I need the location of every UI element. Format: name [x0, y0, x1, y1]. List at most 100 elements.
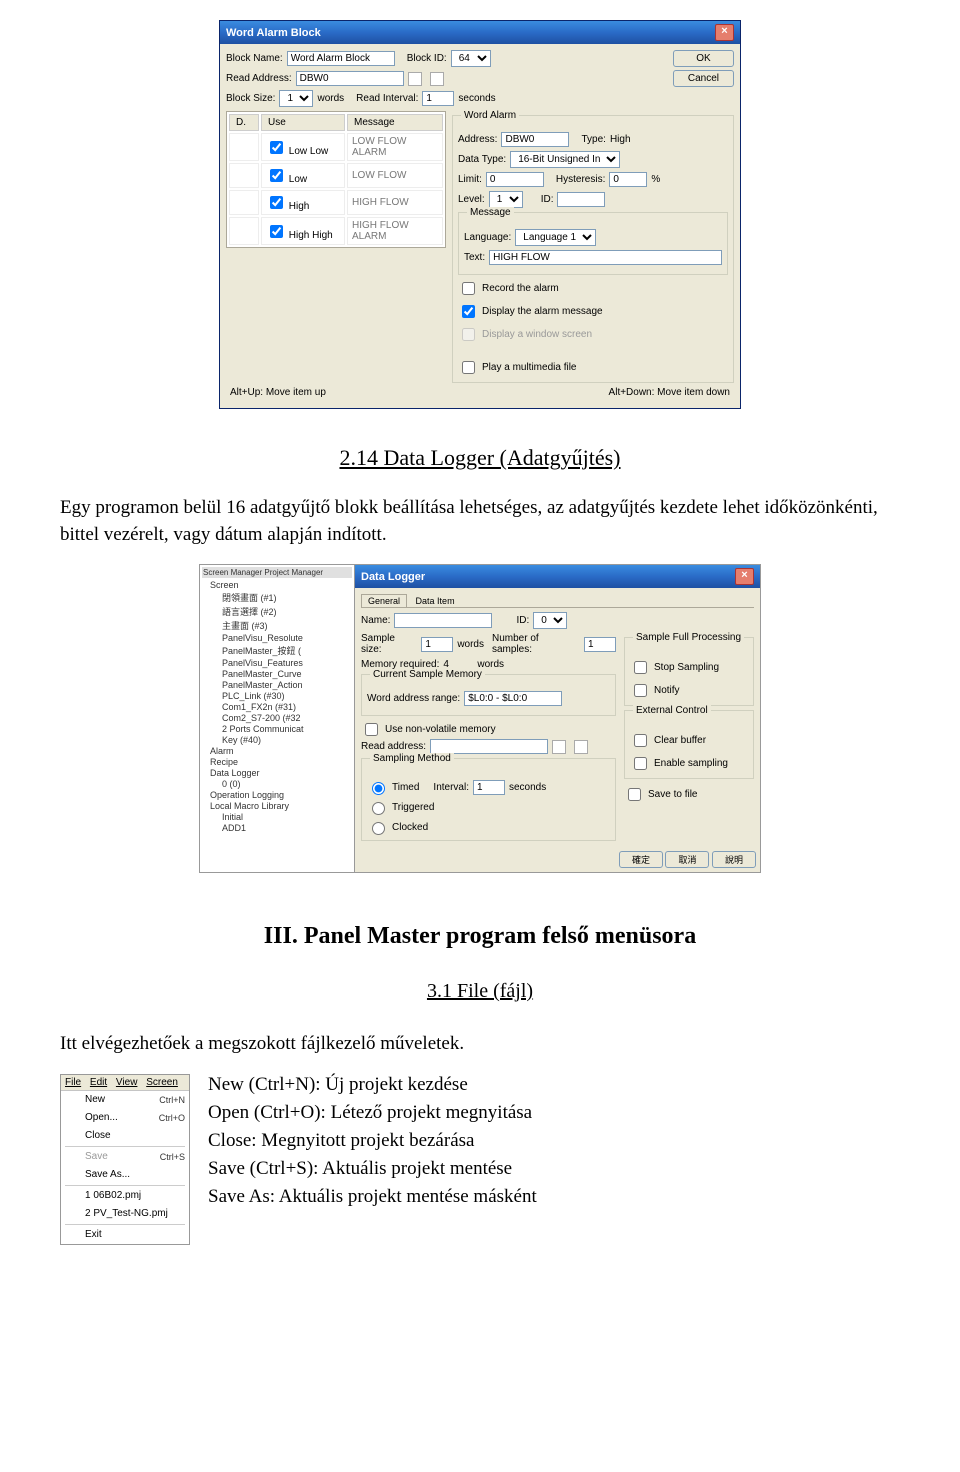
- tree-node[interactable]: Com1_FX2n (#31): [202, 702, 352, 713]
- menu-label: Exit: [85, 1229, 185, 1240]
- tree-node[interactable]: PLC_Link (#30): [202, 691, 352, 702]
- menubar-screen[interactable]: Screen: [146, 1077, 178, 1088]
- tree-node[interactable]: Data Logger: [202, 768, 352, 779]
- tab-general[interactable]: General: [361, 594, 407, 607]
- dl-readaddr-input[interactable]: [430, 739, 548, 754]
- table-row[interactable]: Low LowLOW FLOW ALARM: [229, 133, 443, 161]
- table-row[interactable]: HighHIGH FLOW: [229, 190, 443, 215]
- menu-label: Close: [85, 1130, 185, 1141]
- clear-checkbox[interactable]: [634, 734, 647, 747]
- limit-input[interactable]: [486, 172, 544, 187]
- menu-item[interactable]: 1 06B02.pmj: [61, 1187, 189, 1205]
- record-checkbox[interactable]: [462, 282, 475, 295]
- tree-node[interactable]: 主畫面 (#3): [202, 619, 352, 633]
- tree-tabs[interactable]: Screen Manager Project Manager: [202, 567, 352, 578]
- menu-separator: [65, 1185, 185, 1186]
- save-checkbox[interactable]: [628, 788, 641, 801]
- table-row[interactable]: High HighHIGH FLOW ALARM: [229, 217, 443, 245]
- tree-node[interactable]: Recipe: [202, 757, 352, 768]
- tree-node[interactable]: Key (#40): [202, 735, 352, 746]
- tree-node[interactable]: Local Macro Library: [202, 801, 352, 812]
- tree-node[interactable]: PanelVisu_Features: [202, 658, 352, 669]
- browse-icon[interactable]: [430, 72, 444, 86]
- use-checkbox[interactable]: [270, 196, 283, 209]
- block-size-select[interactable]: 1: [279, 90, 313, 107]
- close-icon[interactable]: ×: [735, 568, 754, 585]
- tree-node[interactable]: Operation Logging: [202, 790, 352, 801]
- menu-item[interactable]: NewCtrl+N: [61, 1091, 189, 1109]
- dl-id-select[interactable]: 0: [533, 612, 567, 629]
- tree-node[interactable]: 0 (0): [202, 779, 352, 790]
- nonvol-checkbox[interactable]: [365, 723, 378, 736]
- tree-node[interactable]: ADD1: [202, 823, 352, 834]
- use-checkbox[interactable]: [270, 169, 283, 182]
- keypad-icon[interactable]: [408, 72, 422, 86]
- id-input[interactable]: [557, 192, 605, 207]
- dl-ok-button[interactable]: 確定: [619, 851, 663, 868]
- display-win-label: Display a window screen: [482, 329, 592, 340]
- menu-item[interactable]: 2 PV_Test-NG.pmj: [61, 1205, 189, 1223]
- titlebar: Word Alarm Block ×: [220, 21, 740, 44]
- sample-size-input[interactable]: [421, 637, 453, 652]
- menu-item[interactable]: Close: [61, 1127, 189, 1145]
- menu-label: Open...: [85, 1112, 159, 1123]
- menubar-view[interactable]: View: [116, 1077, 138, 1088]
- ok-button[interactable]: OK: [673, 50, 734, 67]
- menubar-edit[interactable]: Edit: [90, 1077, 107, 1088]
- read-address-input[interactable]: [296, 71, 404, 86]
- tab-data-item[interactable]: Data Item: [410, 595, 461, 607]
- tree-node[interactable]: PanelMaster_Curve: [202, 669, 352, 680]
- dl-readaddr-label: Read address:: [361, 741, 426, 752]
- text-input[interactable]: [489, 250, 722, 265]
- menu-item[interactable]: Exit: [61, 1226, 189, 1244]
- timed-radio[interactable]: [372, 782, 385, 795]
- stop-checkbox[interactable]: [634, 661, 647, 674]
- notify-checkbox[interactable]: [634, 684, 647, 697]
- display-msg-checkbox[interactable]: [462, 305, 475, 318]
- cancel-button[interactable]: Cancel: [673, 70, 734, 87]
- num-samples-input[interactable]: [584, 637, 616, 652]
- clocked-radio[interactable]: [372, 822, 385, 835]
- tree-node[interactable]: Initial: [202, 812, 352, 823]
- language-select[interactable]: Language 1: [515, 229, 596, 246]
- address-input[interactable]: [501, 132, 569, 147]
- tree-node[interactable]: PanelMaster_按鈕 (: [202, 644, 352, 658]
- tree-node[interactable]: Alarm: [202, 746, 352, 757]
- menu-item[interactable]: Save As...: [61, 1166, 189, 1184]
- dl-name-input[interactable]: [394, 613, 492, 628]
- datatype-select[interactable]: 16-Bit Unsigned Int: [510, 151, 620, 168]
- use-checkbox[interactable]: [270, 225, 283, 238]
- block-id-select[interactable]: 64: [451, 50, 491, 67]
- keypad-icon[interactable]: [552, 740, 566, 754]
- enable-checkbox[interactable]: [634, 757, 647, 770]
- menu-item[interactable]: SaveCtrl+S: [61, 1148, 189, 1166]
- tree-node[interactable]: 閉領畫面 (#1): [202, 591, 352, 605]
- block-name-input[interactable]: [287, 51, 395, 66]
- play-mm-checkbox[interactable]: [462, 361, 475, 374]
- use-checkbox[interactable]: [270, 141, 283, 154]
- triggered-radio[interactable]: [372, 802, 385, 815]
- dl-help-button[interactable]: 說明: [712, 851, 756, 868]
- col-use: Use: [261, 114, 345, 131]
- dl-cancel-button[interactable]: 取消: [665, 851, 709, 868]
- menu-shortcut: Ctrl+O: [159, 1113, 185, 1123]
- desc-open: Open (Ctrl+O): Létező projekt megnyitása: [208, 1102, 537, 1124]
- col-msg: Message: [347, 114, 443, 131]
- tree-node[interactable]: PanelVisu_Resolute: [202, 633, 352, 644]
- hyst-input[interactable]: [609, 172, 647, 187]
- interval-input[interactable]: [473, 780, 505, 795]
- tree-node[interactable]: Com2_S7-200 (#32: [202, 713, 352, 724]
- level-select[interactable]: 1: [489, 191, 523, 208]
- tree-node[interactable]: PanelMaster_Action: [202, 680, 352, 691]
- war-input[interactable]: [464, 691, 562, 706]
- tree-node[interactable]: 2 Ports Communicat: [202, 724, 352, 735]
- table-row[interactable]: LowLOW FLOW: [229, 163, 443, 188]
- menu-item[interactable]: Open...Ctrl+O: [61, 1109, 189, 1127]
- display-msg-label: Display the alarm message: [482, 306, 603, 317]
- close-icon[interactable]: ×: [715, 24, 734, 41]
- browse-icon[interactable]: [574, 740, 588, 754]
- tree-node[interactable]: Screen: [202, 580, 352, 591]
- tree-node[interactable]: 語言選擇 (#2): [202, 605, 352, 619]
- read-interval-input[interactable]: [422, 91, 454, 106]
- menubar-file[interactable]: File: [65, 1077, 81, 1088]
